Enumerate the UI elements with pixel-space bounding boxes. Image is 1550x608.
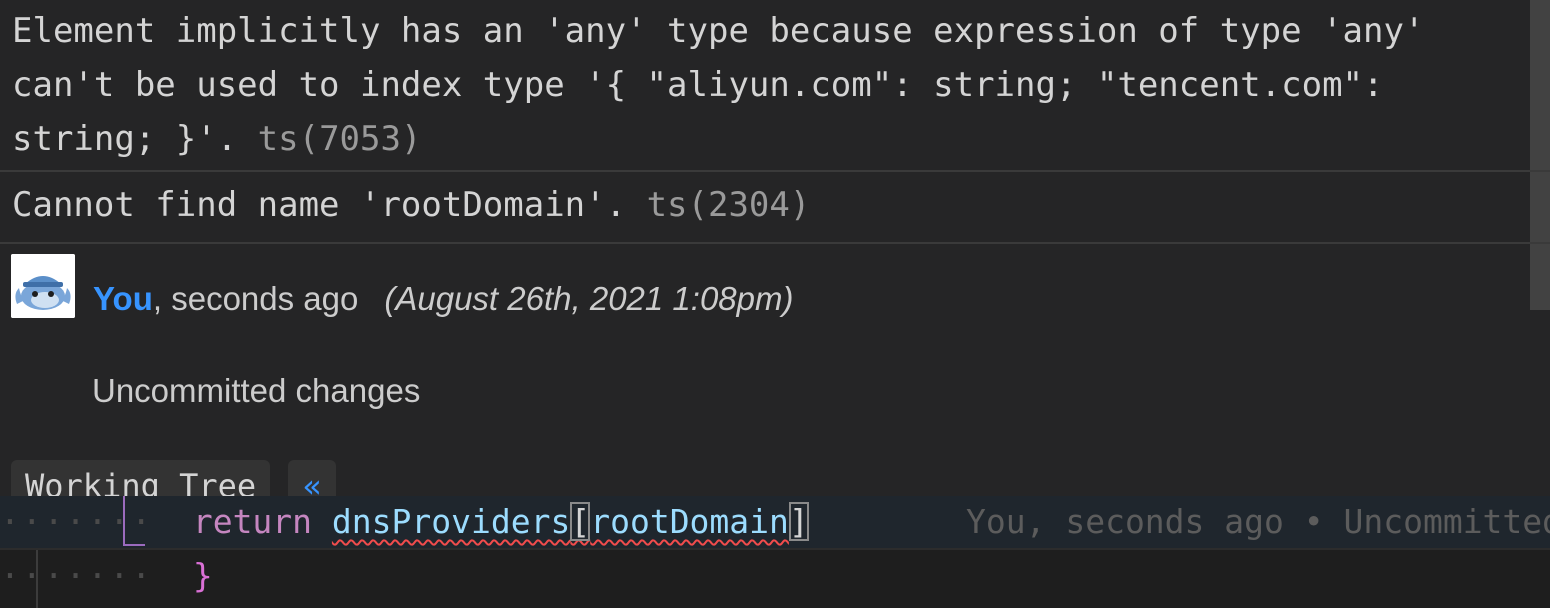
scope-guide [123, 496, 125, 546]
blame-actions: Working Tree « [11, 460, 336, 496]
inline-blame-annotation: You, seconds ago • Uncommitted changes [966, 502, 1550, 541]
identifier-rootDomain: rootDomain [590, 502, 789, 541]
blame-section: You, seconds ago (August 26th, 2021 1:08p… [0, 244, 1550, 496]
diagnostic-message: Cannot find name 'rootDomain'. [12, 185, 627, 225]
closing-brace: } [192, 556, 213, 595]
blame-commit-message: Uncommitted changes [92, 372, 421, 409]
blame-author-link[interactable]: You [93, 280, 153, 317]
diagnostic-message: Element implicitly has an 'any' type bec… [12, 11, 1445, 159]
blame-relative-time: , seconds ago [152, 280, 359, 317]
working-tree-button[interactable]: Working Tree [11, 460, 271, 496]
blame-header: You, seconds ago (August 26th, 2021 1:08p… [93, 280, 793, 318]
hover-widget: Element implicitly has an 'any' type bec… [0, 0, 1550, 496]
editor-window: Element implicitly has an 'any' type bec… [0, 0, 1550, 608]
diagnostic-code[interactable]: ts(2304) [647, 185, 811, 225]
diagnostic-code[interactable]: ts(7053) [258, 119, 422, 159]
whale-avatar-icon [11, 254, 75, 318]
close-bracket: ] [788, 502, 809, 541]
open-bracket: [ [570, 502, 591, 541]
diagnostic-2304: Cannot find name 'rootDomain'. ts(2304) [0, 172, 1550, 244]
code-line-current[interactable]: ······· return dnsProviders[rootDomain] Y… [0, 496, 1550, 550]
code-line[interactable]: ······· } [0, 550, 1550, 602]
identifier-dnsProviders: dnsProviders[rootDomain [331, 502, 789, 541]
avatar [11, 254, 75, 318]
keyword-return: return [192, 502, 313, 541]
navigate-previous-icon[interactable]: « [288, 460, 336, 496]
blame-date: (August 26th, 2021 1:08pm) [384, 280, 794, 317]
scope-guide-corner [123, 544, 145, 546]
whitespace-markers: ······· [0, 556, 154, 595]
code-editor[interactable]: ······· return dnsProviders[rootDomain] Y… [0, 496, 1550, 608]
diagnostic-7053: Element implicitly has an 'any' type bec… [0, 0, 1550, 172]
whitespace-markers: ······· [0, 502, 154, 541]
